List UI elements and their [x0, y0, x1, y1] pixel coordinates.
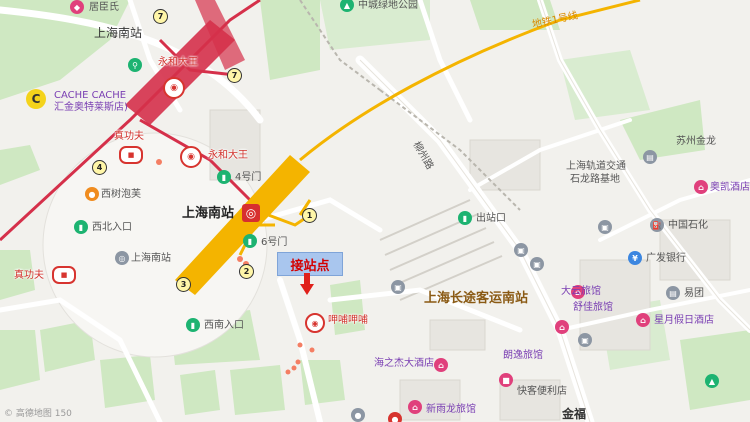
label-bus-station[interactable]: 上海长途客运南站 — [424, 292, 528, 305]
label-gate4[interactable]: 4号门 — [235, 172, 261, 184]
exit-icon[interactable]: ▮ — [458, 211, 472, 225]
label-exit[interactable]: 出站口 — [476, 213, 506, 225]
pickup-arrow-icon — [300, 273, 314, 295]
map-view[interactable]: 7 7 4 1 2 3 ◆ 居臣氏 ▲ 中城绿地公园 地铁1号线 上海南站 ⚲ … — [0, 0, 750, 422]
line-number-6: 7 — [153, 9, 168, 24]
line-number-1: 1 — [302, 208, 317, 223]
bus-icon-2[interactable]: ▣ — [530, 257, 544, 271]
restaurant-icon[interactable]: ◉ — [163, 77, 185, 99]
label-cache-cache-2[interactable]: 汇金奥特莱斯店) — [54, 102, 128, 114]
yonghe-icon[interactable]: ◉ — [180, 146, 202, 168]
bus-icon-3[interactable]: ▣ — [391, 280, 405, 294]
kuaike-icon[interactable]: ■ — [499, 373, 513, 387]
label-guangfa-bank[interactable]: 广发银行 — [646, 253, 686, 265]
label-kuaike[interactable]: 快客便利店 — [517, 386, 567, 398]
bus-icon-4[interactable]: ▣ — [598, 220, 612, 234]
map-watermark: © 高德地图 150 — [4, 409, 72, 419]
label-yonghe-mid[interactable]: 永和大王 — [208, 150, 248, 162]
bus-icon-1[interactable]: ▣ — [514, 243, 528, 257]
label-shanghai-south-main[interactable]: 上海南站 — [182, 207, 234, 220]
label-gate6[interactable]: 6号门 — [261, 237, 287, 249]
line-number-3: 3 — [176, 277, 191, 292]
gate4-icon[interactable]: ▮ — [217, 170, 231, 184]
cache-cache-icon[interactable]: C — [26, 89, 46, 109]
pin-bottom[interactable]: ● — [351, 408, 365, 422]
label-xishu[interactable]: 西树泡芙 — [101, 189, 141, 201]
toilet-icon[interactable]: ⚲ — [128, 58, 142, 72]
line-number-4: 4 — [92, 160, 107, 175]
label-jinfu[interactable]: 金福 — [562, 408, 586, 420]
label-haizhijie-hotel[interactable]: 海之杰大酒店 — [374, 358, 434, 370]
northwest-entry-icon[interactable]: ▮ — [74, 220, 88, 234]
label-shanghai-south-top[interactable]: 上海南站 — [94, 27, 142, 39]
bus-icon-5[interactable]: ▣ — [578, 333, 592, 347]
haizhijie-icon[interactable]: ⌂ — [434, 358, 448, 372]
restaurant-pin-bottom[interactable]: ● — [388, 412, 402, 422]
xishu-icon[interactable]: ● — [85, 187, 99, 201]
gudu-icon[interactable]: ◉ — [305, 313, 325, 333]
label-rail-base-1[interactable]: 上海轨道交通 — [566, 161, 626, 173]
label-shanghai-south-small[interactable]: 上海南站 — [131, 253, 171, 265]
zhengongfu-bottom-icon[interactable]: ■ — [52, 266, 76, 284]
shujia-hotel-icon[interactable]: ⌂ — [555, 320, 569, 334]
label-green-scenic[interactable]: 中城绿地公园 — [358, 0, 418, 12]
aoba-hotel-icon[interactable]: ⌂ — [694, 180, 708, 194]
gate6-icon[interactable]: ▮ — [243, 234, 257, 248]
label-langyi-hotel[interactable]: 朗逸旅馆 — [503, 350, 543, 362]
label-northwest-entry[interactable]: 西北入口 — [92, 222, 132, 234]
line-number-2: 2 — [239, 264, 254, 279]
station-pin[interactable]: ◎ — [115, 251, 129, 265]
label-xingyue-hotel[interactable]: 星月假日酒店 — [654, 315, 714, 327]
label-southwest-entry[interactable]: 西南入口 — [204, 320, 244, 332]
park-pin-2[interactable]: ▲ — [705, 374, 719, 388]
label-gudu[interactable]: 呷哺呷哺 — [328, 315, 368, 327]
label-juchen[interactable]: 居臣氏 — [89, 2, 119, 14]
xinyulong-icon[interactable]: ⌂ — [408, 400, 422, 414]
label-zhengongfu-top[interactable]: 真功夫 — [114, 131, 144, 143]
gas-station-icon[interactable]: ⛽ — [650, 218, 664, 232]
building-pin[interactable]: ▤ — [643, 150, 657, 164]
label-yonghe-top[interactable]: 永和大王 — [158, 57, 198, 69]
bank-icon[interactable]: ¥ — [628, 251, 642, 265]
label-yigu[interactable]: 易团 — [684, 288, 704, 300]
zhengongfu-icon[interactable]: ■ — [119, 146, 143, 164]
shop-pin[interactable]: ◆ — [70, 0, 84, 14]
label-suzhou-jinhua[interactable]: 苏州金龙 — [676, 136, 716, 148]
xingyue-hotel-icon[interactable]: ⌂ — [636, 313, 650, 327]
southwest-entry-icon[interactable]: ▮ — [186, 318, 200, 332]
line-number-7: 7 — [227, 68, 242, 83]
metro-station-icon[interactable]: ◎ — [242, 204, 260, 222]
label-dayun-hotel[interactable]: 大云旅馆 — [561, 286, 601, 298]
label-sinopec[interactable]: 中国石化 — [668, 220, 708, 232]
yigu-icon[interactable]: ▤ — [666, 286, 680, 300]
label-cache-cache-1[interactable]: CACHE CACHE — [54, 90, 126, 102]
label-shujia-hotel[interactable]: 舒佳旅馆 — [573, 302, 613, 314]
label-aoba-hotel[interactable]: 奥凯酒店 — [710, 182, 750, 194]
label-xinyulong[interactable]: 新雨龙旅馆 — [426, 404, 476, 416]
label-zhengongfu-bottom[interactable]: 真功夫 — [14, 270, 44, 282]
label-rail-base-2[interactable]: 石龙路基地 — [570, 174, 620, 186]
